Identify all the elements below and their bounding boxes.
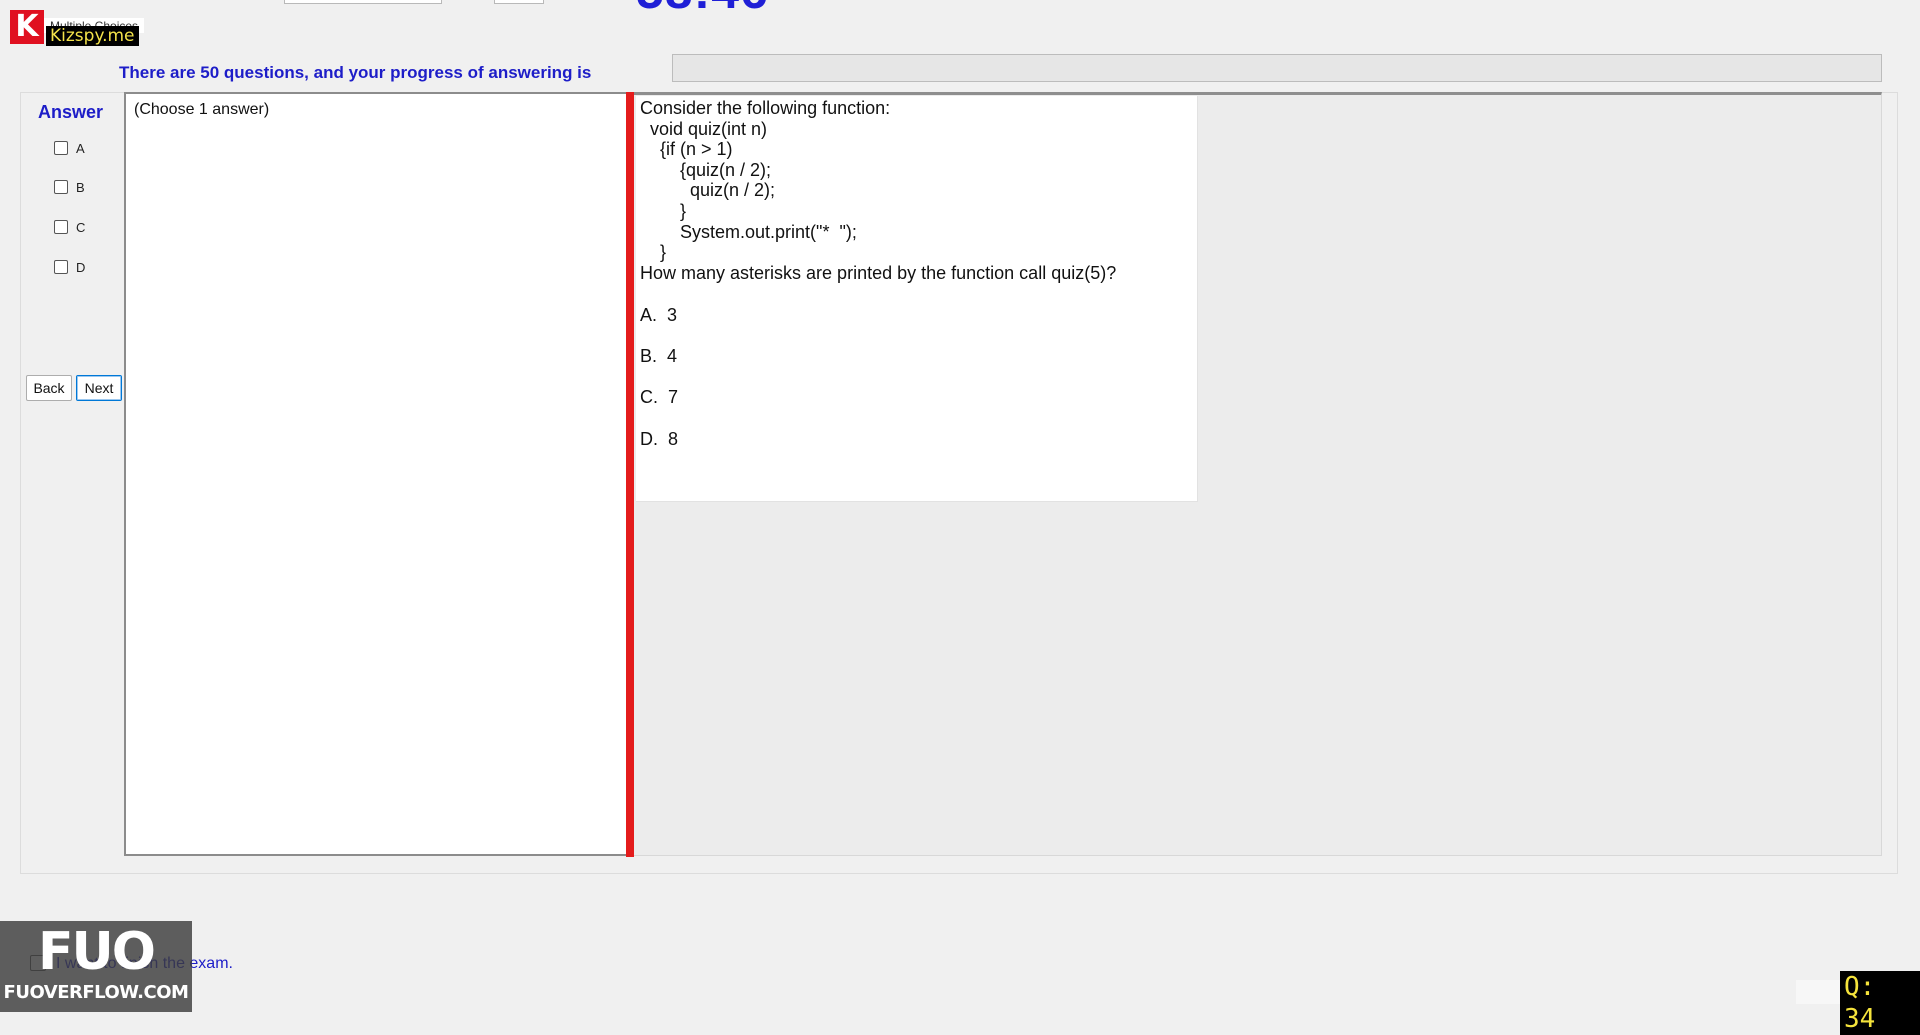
question-line: System.out.print("* "); [640, 221, 857, 242]
bottom-status-field [1796, 980, 1842, 1004]
top-font-size-box[interactable] [494, 0, 544, 4]
answer-d-checkbox[interactable] [54, 260, 68, 274]
question-line: Consider the following function: [640, 98, 891, 118]
question-line: quiz(n / 2); [640, 180, 776, 201]
answer-b-label: B [76, 179, 85, 195]
top-combobox[interactable] [284, 0, 442, 4]
panel-splitter[interactable] [626, 92, 634, 857]
answer-title: Answer [38, 102, 104, 122]
question-line: } [640, 242, 667, 263]
answer-b-checkbox[interactable] [54, 180, 68, 194]
answer-option-a[interactable]: A [54, 138, 85, 158]
question-choice-d: D. 8 [640, 429, 679, 449]
question-line: } [640, 200, 687, 221]
question-line: void quiz(int n) [640, 118, 768, 139]
fuo-logo-text: FUO [38, 922, 156, 982]
fuo-logo-site: FUOVERFLOW.COM [3, 982, 189, 1003]
question-choice-a: A. 3 [640, 305, 678, 325]
progress-label: There are 50 questions, and your progres… [119, 63, 592, 82]
kizspy-logo-icon: K [10, 10, 44, 44]
back-button[interactable]: Back [26, 375, 72, 401]
progress-bar [672, 54, 1882, 82]
answer-d-label: D [76, 259, 86, 275]
watermark-site-label: Kizspy.me [46, 26, 139, 46]
answer-c-label: C [76, 219, 86, 235]
question-choice-b: B. 4 [640, 346, 678, 366]
answer-option-d[interactable]: D [54, 257, 85, 277]
answer-instruction-panel [124, 92, 627, 856]
answer-option-b[interactable]: B [54, 177, 85, 197]
answer-option-c[interactable]: C [54, 217, 85, 237]
answer-a-label: A [76, 140, 85, 156]
question-line: {if (n > 1) [640, 139, 733, 160]
question-choice-c: C. 7 [640, 387, 679, 407]
next-button[interactable]: Next [76, 375, 122, 401]
question-number-badge: Q: 34 [1840, 971, 1920, 1035]
exam-timer: 58:46 [636, 0, 769, 16]
question-line: {quiz(n / 2); [640, 159, 772, 180]
answer-a-checkbox[interactable] [54, 141, 68, 155]
choose-instruction: (Choose 1 answer) [134, 101, 270, 118]
question-text: Consider the following function: void qu… [640, 98, 1116, 283]
question-line: How many asterisks are printed by the fu… [640, 262, 1117, 283]
answer-c-checkbox[interactable] [54, 220, 68, 234]
